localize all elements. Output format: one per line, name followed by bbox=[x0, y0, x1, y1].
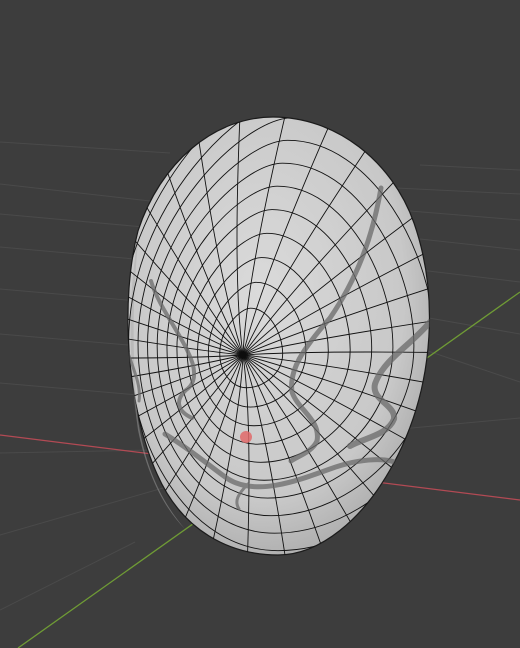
shield-mesh[interactable] bbox=[0, 55, 520, 648]
grid-line bbox=[419, 238, 520, 251]
grid-line bbox=[409, 210, 520, 221]
grid-line bbox=[419, 164, 520, 171]
grid-line bbox=[0, 333, 141, 347]
mesh-surface[interactable] bbox=[127, 116, 431, 556]
grid-line bbox=[0, 141, 171, 154]
origin-icon[interactable] bbox=[240, 431, 252, 443]
grid-line bbox=[419, 269, 520, 283]
3d-viewport[interactable] bbox=[0, 0, 520, 648]
mesh-pole-icon[interactable] bbox=[239, 351, 247, 359]
scene-canvas[interactable] bbox=[0, 0, 520, 648]
grid-line bbox=[0, 213, 156, 229]
grid-line bbox=[395, 187, 520, 195]
grid-line bbox=[0, 288, 139, 302]
grid-line bbox=[0, 382, 139, 396]
grid-line bbox=[0, 183, 151, 202]
grid-line bbox=[0, 485, 171, 536]
grid-line bbox=[0, 541, 136, 611]
